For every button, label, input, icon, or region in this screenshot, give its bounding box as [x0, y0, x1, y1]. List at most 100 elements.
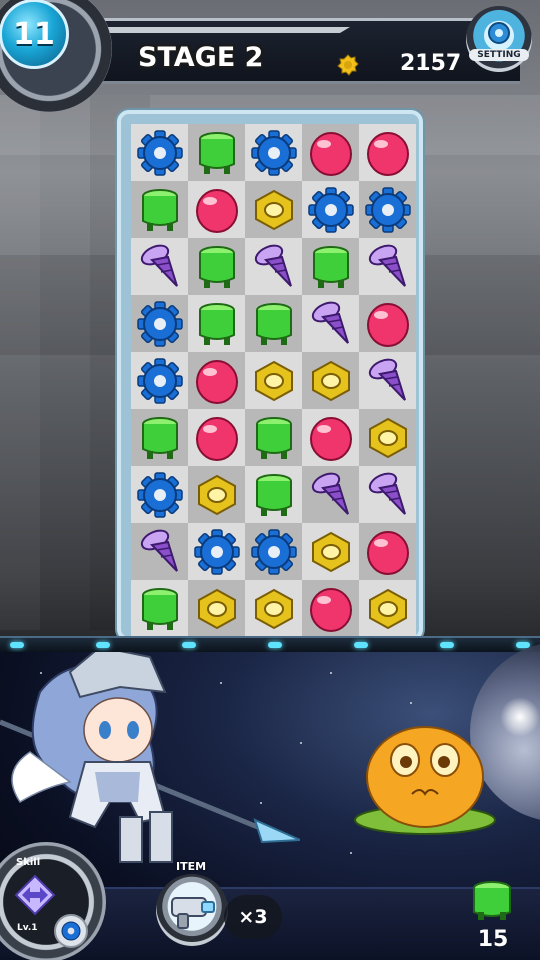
ball-piece-icon [366, 131, 409, 176]
gear-piece-icon [250, 129, 297, 176]
star [410, 702, 412, 704]
skill-piece-badge [54, 914, 88, 948]
gear-piece-icon [193, 528, 240, 575]
gear-icon [61, 921, 81, 941]
board-cell[interactable] [245, 580, 302, 637]
board-cell[interactable] [131, 124, 188, 181]
cylinder-piece-icon [255, 302, 292, 345]
star [350, 852, 352, 854]
gear-piece-icon [136, 471, 183, 518]
ball-piece-icon [309, 131, 352, 176]
board-cell[interactable] [245, 124, 302, 181]
gear-icon [488, 22, 510, 44]
gear-piece-icon [136, 129, 183, 176]
strip-light [440, 642, 454, 648]
gear-piece-icon [136, 300, 183, 347]
ball-piece-icon [366, 302, 409, 347]
star [300, 742, 302, 744]
board-cell[interactable] [359, 295, 416, 352]
board-cell[interactable] [131, 580, 188, 637]
item-label: ITEM [176, 860, 207, 873]
board-cell[interactable] [359, 181, 416, 238]
nut-piece-icon [197, 588, 236, 629]
board-cell[interactable] [188, 295, 245, 352]
game-screen: 11 STAGE 2 2157 SETTING Skill Lv.1 ITEM … [0, 0, 540, 960]
board-cell[interactable] [188, 238, 245, 295]
energy-strip [0, 636, 540, 652]
gear-piece-icon [136, 357, 183, 404]
board-cell[interactable] [359, 124, 416, 181]
ball-piece-icon [195, 416, 238, 461]
board-cell[interactable] [245, 295, 302, 352]
board-cell[interactable] [188, 352, 245, 409]
board-cell[interactable] [131, 466, 188, 523]
screw-piece-icon [311, 472, 349, 515]
board-cell[interactable] [302, 238, 359, 295]
ball-piece-icon [309, 587, 352, 632]
board-cell[interactable] [302, 181, 359, 238]
cylinder-goal-icon [473, 881, 511, 920]
board-cell[interactable] [359, 523, 416, 580]
board-cell[interactable] [359, 466, 416, 523]
board-cell[interactable] [245, 523, 302, 580]
board-cell[interactable] [245, 466, 302, 523]
board-cell[interactable] [245, 238, 302, 295]
board-cell[interactable] [188, 580, 245, 637]
board-cell[interactable] [131, 352, 188, 409]
board-cell[interactable] [302, 580, 359, 637]
board-cell[interactable] [131, 409, 188, 466]
board-cell[interactable] [302, 352, 359, 409]
light-flare [500, 697, 540, 737]
item-button[interactable] [156, 874, 228, 946]
board-cell[interactable] [302, 523, 359, 580]
puzzle-board [117, 110, 423, 641]
moves-counter: 11 [0, 0, 112, 112]
board-cell[interactable] [302, 466, 359, 523]
nut-piece-icon [254, 189, 293, 230]
nut-piece-icon [311, 360, 350, 401]
board-cell[interactable] [188, 409, 245, 466]
gear-piece-icon [250, 528, 297, 575]
setting-button[interactable]: SETTING [466, 6, 532, 72]
ball-piece-icon [366, 530, 409, 575]
board-cell[interactable] [359, 352, 416, 409]
score-value: 2157 [400, 51, 462, 76]
board-cell[interactable] [245, 181, 302, 238]
board-cell[interactable] [359, 409, 416, 466]
board-cell[interactable] [131, 181, 188, 238]
top-hud: 11 STAGE 2 2157 SETTING [0, 0, 540, 112]
board-cell[interactable] [188, 466, 245, 523]
goal-count: 15 [477, 927, 509, 952]
board-cell[interactable] [131, 238, 188, 295]
nut-piece-icon [368, 588, 407, 629]
board-cell[interactable] [188, 181, 245, 238]
ball-piece-icon [195, 188, 238, 233]
board-cell[interactable] [188, 523, 245, 580]
board-cell[interactable] [302, 295, 359, 352]
board-cell[interactable] [245, 409, 302, 466]
board-cell[interactable] [359, 238, 416, 295]
board-cell[interactable] [359, 580, 416, 637]
board-cell[interactable] [131, 523, 188, 580]
ball-piece-icon [195, 359, 238, 404]
stage-title: STAGE 2 [138, 42, 264, 73]
board-cell[interactable] [302, 124, 359, 181]
strip-light [268, 642, 282, 648]
strip-light [354, 642, 368, 648]
cylinder-piece-icon [312, 245, 349, 288]
board-cell[interactable] [245, 352, 302, 409]
board-cell[interactable] [188, 124, 245, 181]
board-cell[interactable] [302, 409, 359, 466]
blaster-icon [171, 897, 215, 929]
skill-arrow-icon[interactable] [12, 872, 58, 918]
nut-piece-icon [311, 531, 350, 572]
board-cell[interactable] [131, 295, 188, 352]
screw-piece-icon [311, 301, 349, 344]
screw-piece-icon [368, 244, 406, 287]
cylinder-piece-icon [255, 416, 292, 459]
screw-piece-icon [140, 244, 178, 287]
cylinder-piece-icon [141, 188, 178, 231]
setting-label: SETTING [469, 49, 529, 61]
gear-piece-icon [307, 186, 354, 233]
gear-piece-icon [364, 186, 411, 233]
